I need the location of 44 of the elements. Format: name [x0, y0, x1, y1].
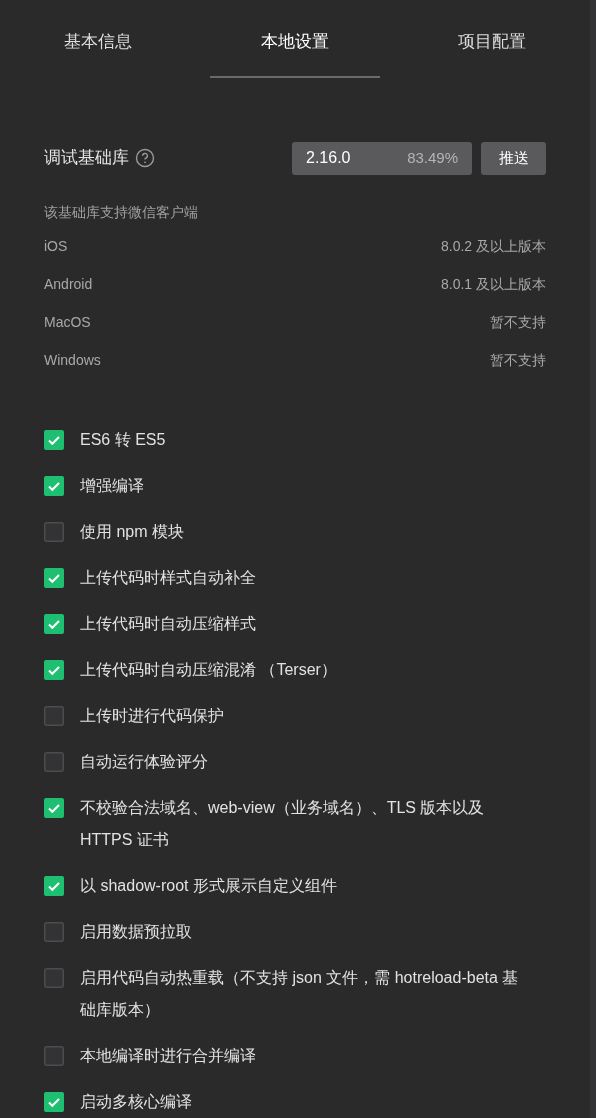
- option-label: 自动运行体验评分: [80, 752, 208, 772]
- version-requirement: 8.0.1 及以上版本: [440, 274, 546, 294]
- checkbox[interactable]: [44, 614, 64, 634]
- version-requirement: 暂不支持: [490, 350, 546, 370]
- checkbox[interactable]: [44, 568, 64, 588]
- checkbox[interactable]: [44, 706, 64, 726]
- version-requirement: 8.0.2 及以上版本: [440, 236, 546, 256]
- option-label: 使用 npm 模块: [80, 522, 184, 542]
- setting-label: 调试基础库: [44, 147, 129, 170]
- platform-name: MacOS: [44, 312, 91, 332]
- help-icon[interactable]: [135, 148, 155, 169]
- option-label: 启用代码自动热重载（不支持 json 文件，需 hotreload-beta 基础库版本）: [80, 968, 520, 1020]
- option-label: 上传时进行代码保护: [80, 706, 224, 726]
- checkbox[interactable]: [44, 660, 64, 680]
- checkbox[interactable]: [44, 922, 64, 942]
- support-note: 该基础库支持微信客户端: [44, 203, 198, 222]
- checkbox[interactable]: [44, 1092, 64, 1112]
- checkbox[interactable]: [44, 476, 64, 496]
- tab[interactable]: 项目配置: [406, 26, 577, 78]
- platform-name: Android: [44, 274, 93, 294]
- version-select[interactable]: 2.16.0 83.49%: [292, 141, 472, 175]
- option-label: 启用数据预拉取: [80, 922, 192, 942]
- tab[interactable]: 本地设置: [210, 26, 380, 78]
- checkbox[interactable]: [44, 798, 64, 818]
- platform-name: iOS: [44, 236, 68, 256]
- platform-name: Windows: [44, 350, 101, 370]
- option-label: 上传代码时自动压缩样式: [80, 614, 256, 634]
- checkbox[interactable]: [44, 1046, 64, 1066]
- checkbox[interactable]: [44, 876, 64, 896]
- option-label: 以 shadow-root 形式展示自定义组件: [80, 876, 337, 896]
- checkbox[interactable]: [44, 752, 64, 772]
- option-label: 不校验合法域名、web-view（业务域名）、TLS 版本以及 HTTPS 证书: [80, 798, 486, 850]
- option-label: 上传代码时自动压缩混淆 （Terser）: [80, 660, 337, 680]
- option-label: ES6 转 ES5: [80, 430, 166, 450]
- version-requirement: 暂不支持: [490, 312, 546, 332]
- option-label: 增强编译: [80, 476, 144, 496]
- option-label: 启动多核心编译: [80, 1092, 192, 1112]
- tab[interactable]: 基本信息: [13, 26, 184, 78]
- checkbox[interactable]: [44, 522, 64, 542]
- push-button[interactable]: 推送: [481, 141, 546, 175]
- checkbox[interactable]: [44, 968, 64, 988]
- option-label: 上传代码时样式自动补全: [80, 568, 256, 588]
- option-label: 本地编译时进行合并编译: [80, 1046, 256, 1066]
- checkbox[interactable]: [44, 430, 64, 450]
